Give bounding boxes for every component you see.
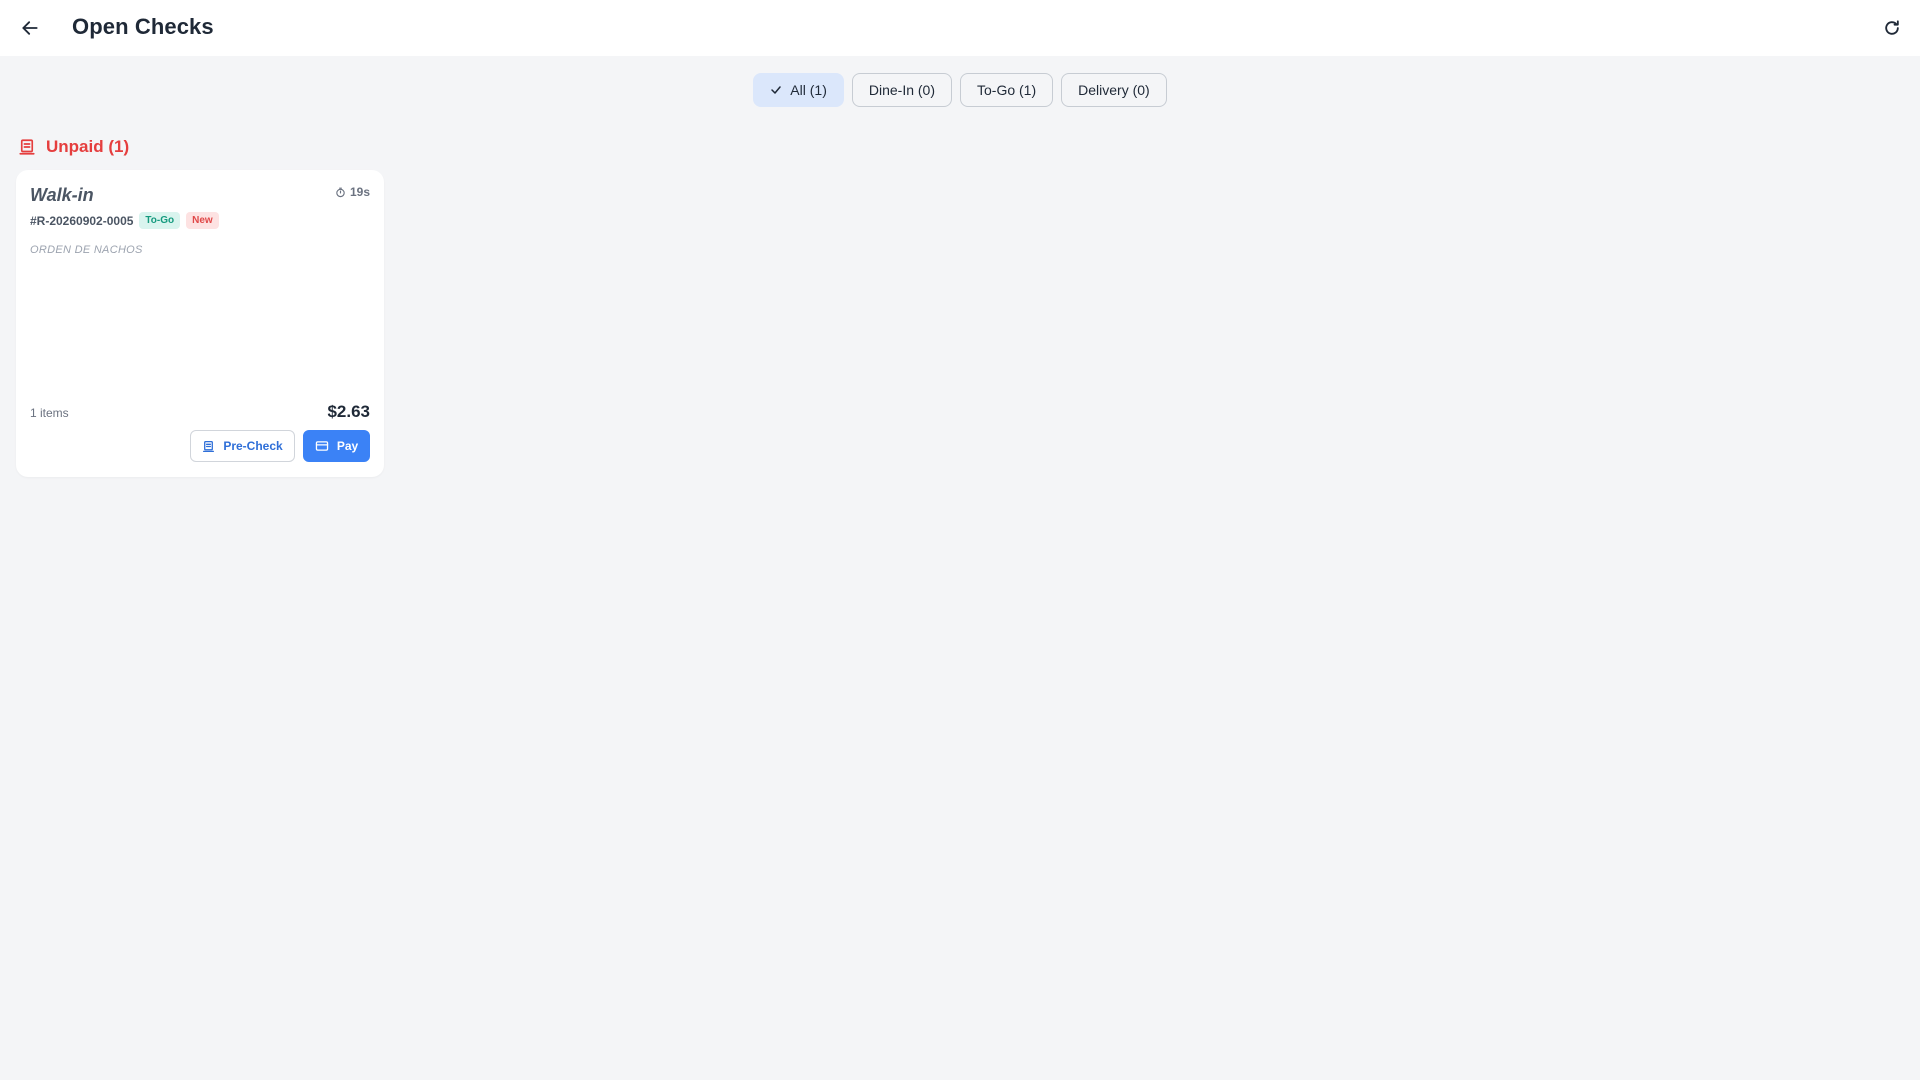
elapsed-timer: 19s	[335, 185, 370, 199]
status-badge: New	[186, 212, 219, 229]
filter-chip-all[interactable]: All (1)	[753, 73, 844, 107]
check-total: $2.63	[327, 402, 370, 421]
pre-check-button[interactable]: Pre-Check	[190, 430, 295, 462]
order-type-filter-bar: All (1) Dine-In (0) To-Go (1) Delivery (…	[0, 73, 1920, 107]
check-item-line: ORDEN DE NACHOS	[30, 244, 143, 256]
check-icon	[771, 86, 782, 94]
filter-chip-delivery[interactable]: Delivery (0)	[1061, 73, 1167, 107]
filter-chip-dine-in[interactable]: Dine-In (0)	[851, 73, 952, 107]
check-number: #R-20260902-0005	[30, 213, 134, 228]
order-type-badge: To-Go	[139, 212, 181, 229]
arrow-left-icon	[22, 21, 38, 35]
timer-icon	[336, 187, 345, 197]
page-title: Open Checks	[72, 14, 214, 39]
top-app-bar: Open Checks	[0, 0, 1920, 56]
unpaid-section-header: Unpaid (1)	[18, 137, 129, 157]
customer-name: Walk-in	[30, 185, 94, 205]
refresh-icon	[1885, 20, 1899, 35]
receipt-icon	[19, 139, 35, 155]
refresh-button[interactable]	[1876, 12, 1908, 44]
pay-label: Pay	[336, 439, 359, 453]
pay-button[interactable]: Pay	[303, 430, 370, 462]
filter-chip-to-go[interactable]: To-Go (1)	[960, 73, 1054, 107]
filter-chip-label: To-Go (1)	[977, 82, 1037, 98]
filter-chip-label: Dine-In (0)	[868, 82, 935, 98]
filter-chip-label: Delivery (0)	[1078, 82, 1150, 98]
credit-card-icon	[315, 441, 328, 451]
back-button[interactable]	[14, 12, 46, 44]
items-count: 1 items	[30, 406, 69, 420]
filter-chip-label: All (1)	[790, 82, 827, 98]
section-title: Unpaid (1)	[46, 137, 130, 156]
elapsed-time: 19s	[349, 185, 370, 199]
check-meta-row: #R-20260902-0005 To-Go New	[30, 212, 219, 229]
open-check-card[interactable]: Walk-in 19s #R-20260902-0005 To-Go New O…	[16, 170, 384, 477]
receipt-icon	[203, 440, 215, 452]
pre-check-label: Pre-Check	[223, 439, 283, 453]
